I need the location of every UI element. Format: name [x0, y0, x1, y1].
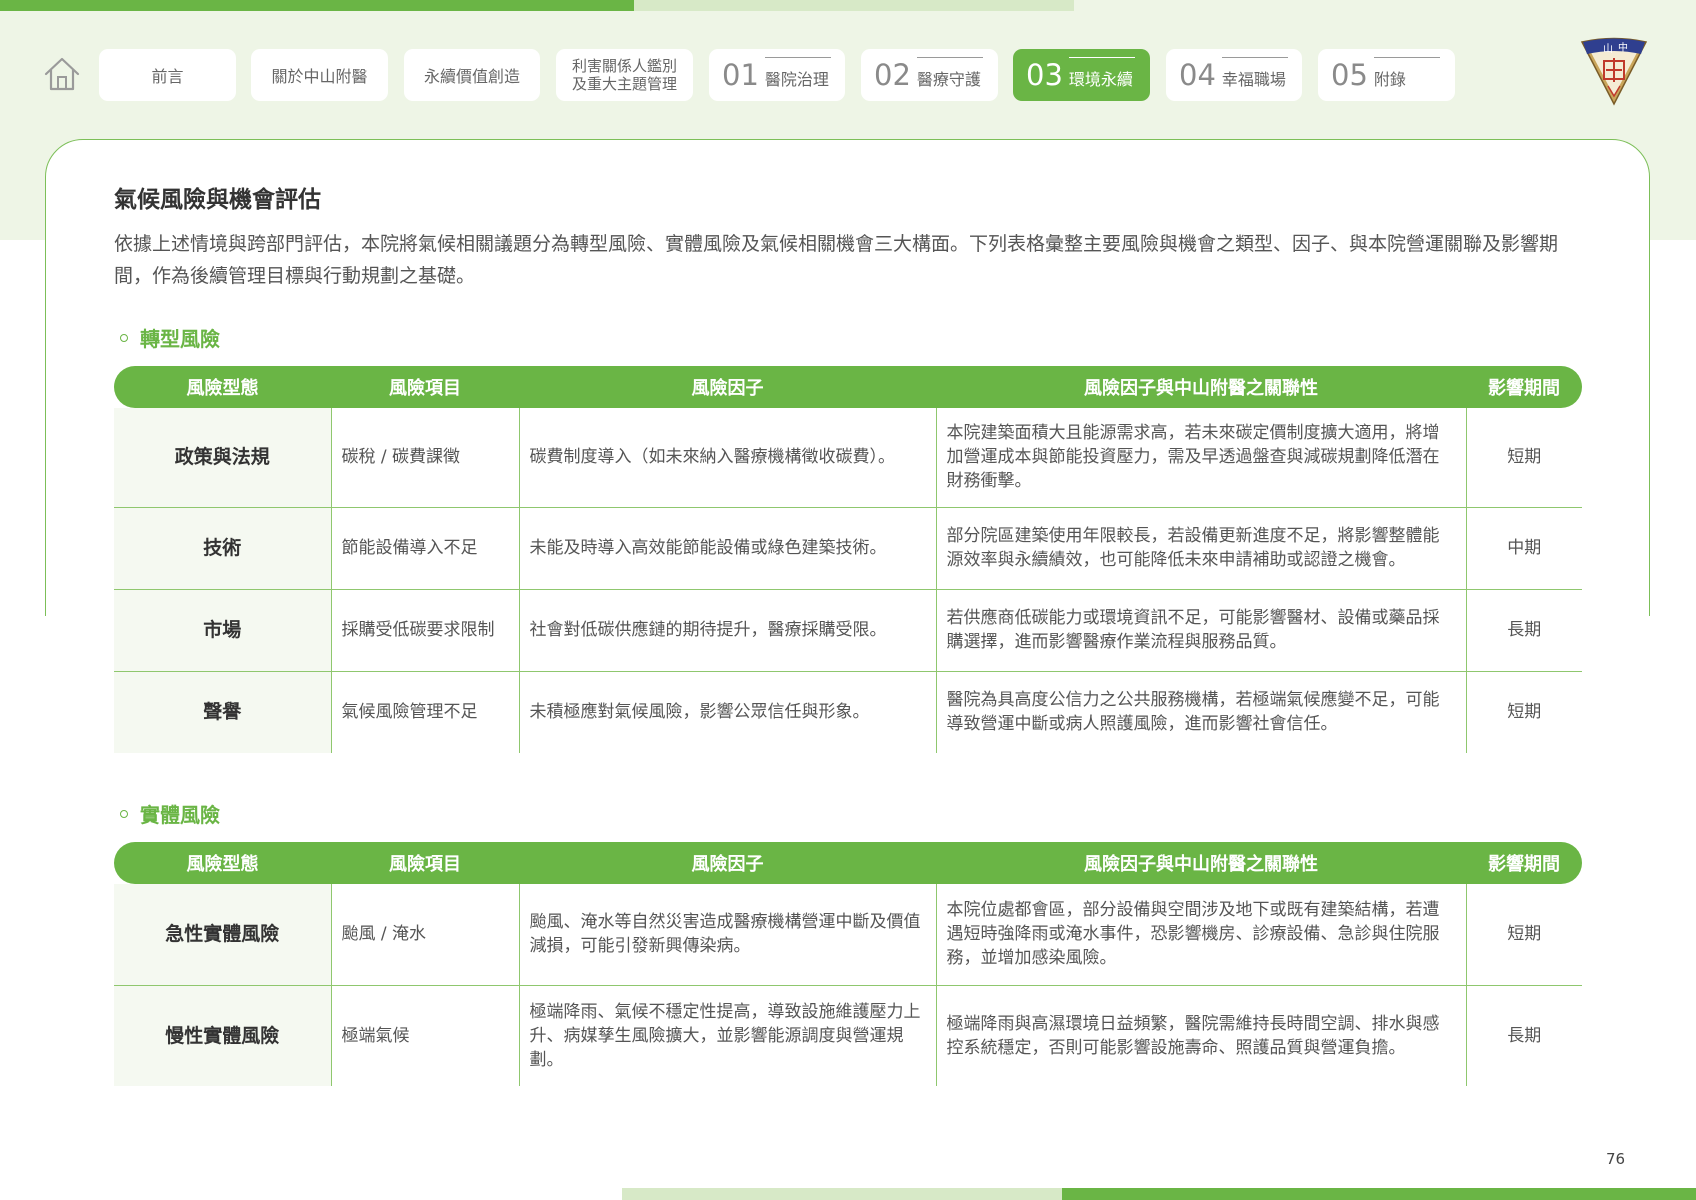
section-title-physical: 實體風險	[120, 799, 220, 828]
table-row: 技術 節能設備導入不足 未能及時導入高效能節能設備或綠色建築技術。 部分院區建築…	[114, 507, 1582, 590]
table-header-row: 風險型態 風險項目 風險因子 風險因子與中山附醫之關聯性 影響期間	[114, 842, 1582, 884]
section-title-transition: 轉型風險	[120, 323, 220, 352]
nav-tab-number: 05	[1331, 58, 1368, 92]
nav-tab-label: 幸福職場	[1221, 70, 1286, 89]
table-row: 急性實體風險 颱風 / 淹水 颱風、淹水等自然災害造成醫療機構營運中斷及價值減損…	[114, 884, 1582, 986]
nav-tab-number: 03	[1026, 58, 1063, 92]
column-header: 風險因子	[519, 366, 936, 408]
top-accent-bar	[0, 0, 634, 11]
column-header: 風險型態	[114, 842, 331, 884]
column-header: 風險因子與中山附醫之關聯性	[936, 842, 1466, 884]
nav-tab-stakeholders[interactable]: 利害關係人鑑別 及重大主題管理	[556, 49, 693, 101]
section-title-text: 實體風險	[140, 803, 220, 827]
intro-paragraph: 依據上述情境與跨部門評估，本院將氣候相關議題分為轉型風險、實體風險及氣候相關機會…	[114, 233, 1559, 287]
section-title-text: 轉型風險	[140, 327, 220, 351]
table-header-row: 風險型態 風險項目 風險因子 風險因子與中山附醫之關聯性 影響期間	[114, 366, 1582, 408]
risk-factor: 碳費制度導入（如未來納入醫療機構徵收碳費）。	[519, 408, 937, 508]
risk-type: 政策與法規	[114, 408, 332, 508]
nav-tab-preface[interactable]: 前言	[99, 49, 236, 101]
risk-relation: 本院建築面積大且能源需求高，若未來碳定價制度擴大適用，將增加營運成本與節能投資壓…	[936, 408, 1467, 508]
column-header: 風險因子與中山附醫之關聯性	[936, 366, 1466, 408]
nav-tab-workplace[interactable]: 04 幸福職場	[1166, 49, 1302, 101]
column-header: 影響期間	[1466, 842, 1582, 884]
nav-tab-number: 04	[1179, 58, 1216, 92]
table-row: 慢性實體風險 極端氣候 極端降雨、氣候不穩定性提高，導致設施維護壓力上升、病媒孳…	[114, 985, 1582, 1086]
column-header: 風險型態	[114, 366, 331, 408]
page-number: 76	[1606, 1150, 1626, 1168]
bullet-icon	[120, 809, 128, 818]
top-accent-bar-light	[634, 0, 1074, 11]
impact-period: 短期	[1466, 408, 1582, 508]
column-header: 影響期間	[1466, 366, 1582, 408]
risk-type: 聲譽	[114, 671, 332, 753]
table-row: 市場 採購受低碳要求限制 社會對低碳供應鏈的期待提升，醫療採購受限。 若供應商低…	[114, 589, 1582, 672]
risk-item: 颱風 / 淹水	[331, 884, 520, 986]
risk-relation: 本院位處都會區，部分設備與空間涉及地下或既有建築結構，若遭遇短時強降雨或淹水事件…	[936, 884, 1467, 986]
physical-risk-table: 風險型態 風險項目 風險因子 風險因子與中山附醫之關聯性 影響期間 急性實體風險…	[114, 842, 1582, 1086]
column-header: 風險項目	[331, 366, 519, 408]
nav-tab-label: 永續價值創造	[423, 67, 520, 86]
nav-tab-label: 附錄	[1373, 70, 1406, 89]
home-icon[interactable]	[42, 54, 82, 94]
nav-tab-label: 前言	[151, 67, 184, 86]
page-title: 氣候風險與機會評估	[114, 187, 321, 213]
risk-factor: 極端降雨、氣候不穩定性提高，導致設施維護壓力上升、病媒孳生風險擴大，並影響能源調…	[519, 985, 937, 1086]
transition-risk-table: 風險型態 風險項目 風險因子 風險因子與中山附醫之關聯性 影響期間 政策與法規 …	[114, 366, 1582, 753]
svg-text:山: 山	[1603, 43, 1613, 55]
risk-item: 碳稅 / 碳費課徵	[331, 408, 520, 508]
risk-type: 技術	[114, 507, 332, 590]
nav-tab-label: 醫院治理	[764, 70, 829, 89]
nav-tab-number: 02	[874, 58, 911, 92]
risk-factor: 未能及時導入高效能節能設備或綠色建築技術。	[519, 507, 937, 590]
nav-tab-about[interactable]: 關於中山附醫	[251, 49, 388, 101]
nav-tab-appendix[interactable]: 05 附錄	[1318, 49, 1455, 101]
bottom-accent-bar	[1062, 1188, 1696, 1200]
risk-item: 節能設備導入不足	[331, 507, 520, 590]
hospital-logo: 山 中	[1580, 37, 1648, 106]
table-row: 聲譽 氣候風險管理不足 未積極應對氣候風險，影響公眾信任與形象。 醫院為具高度公…	[114, 671, 1582, 753]
risk-relation: 若供應商低碳能力或環境資訊不足，可能影響醫材、設備或藥品採購選擇，進而影響醫療作…	[936, 589, 1467, 672]
impact-period: 長期	[1466, 589, 1582, 672]
bottom-accent-bar-light	[622, 1188, 1062, 1200]
svg-text:中: 中	[1618, 41, 1628, 54]
nav-tab-number: 01	[722, 58, 759, 92]
risk-item: 極端氣候	[331, 985, 520, 1086]
table-row: 政策與法規 碳稅 / 碳費課徵 碳費制度導入（如未來納入醫療機構徵收碳費）。 本…	[114, 408, 1582, 508]
risk-relation: 部分院區建築使用年限較長，若設備更新進度不足，將影響整體能源效率與永續績效，也可…	[936, 507, 1467, 590]
risk-type: 市場	[114, 589, 332, 672]
nav-tab-label-line2: 及重大主題管理	[571, 75, 677, 93]
nav-tab-medical-care[interactable]: 02 醫療守護	[861, 49, 998, 101]
impact-period: 長期	[1507, 1025, 1542, 1046]
risk-type: 急性實體風險	[114, 884, 332, 986]
risk-relation: 極端降雨與高濕環境日益頻繁，醫院需維持長時間空調、排水與感控系統穩定，否則可能影…	[936, 985, 1467, 1086]
risk-relation: 醫院為具高度公信力之公共服務機構，若極端氣候應變不足，可能導致營運中斷或病人照護…	[936, 671, 1467, 753]
risk-item: 採購受低碳要求限制	[331, 589, 520, 672]
nav-tab-label-line1: 利害關係人鑑別	[571, 57, 677, 75]
risk-factor: 颱風、淹水等自然災害造成醫療機構營運中斷及價值減損，可能引發新興傳染病。	[519, 884, 937, 986]
column-header: 風險項目	[331, 842, 519, 884]
impact-period: 短期	[1466, 884, 1582, 986]
column-header: 風險因子	[519, 842, 936, 884]
nav-tab-label: 關於中山附醫	[271, 67, 368, 86]
risk-factor: 社會對低碳供應鏈的期待提升，醫療採購受限。	[519, 589, 937, 672]
nav-tab-governance[interactable]: 01 醫院治理	[709, 49, 845, 101]
impact-period: 中期	[1466, 507, 1582, 590]
risk-item: 氣候風險管理不足	[331, 671, 520, 753]
bullet-icon	[120, 333, 128, 342]
nav-tab-label: 醫療守護	[916, 70, 981, 89]
nav-tab-value-creation[interactable]: 永續價值創造	[404, 49, 540, 101]
nav-tab-environment[interactable]: 03 環境永續	[1013, 49, 1150, 101]
nav-tab-label: 環境永續	[1068, 70, 1133, 89]
risk-type: 慢性實體風險	[114, 985, 332, 1086]
risk-factor: 未積極應對氣候風險，影響公眾信任與形象。	[519, 671, 937, 753]
impact-period: 短期	[1507, 702, 1542, 723]
